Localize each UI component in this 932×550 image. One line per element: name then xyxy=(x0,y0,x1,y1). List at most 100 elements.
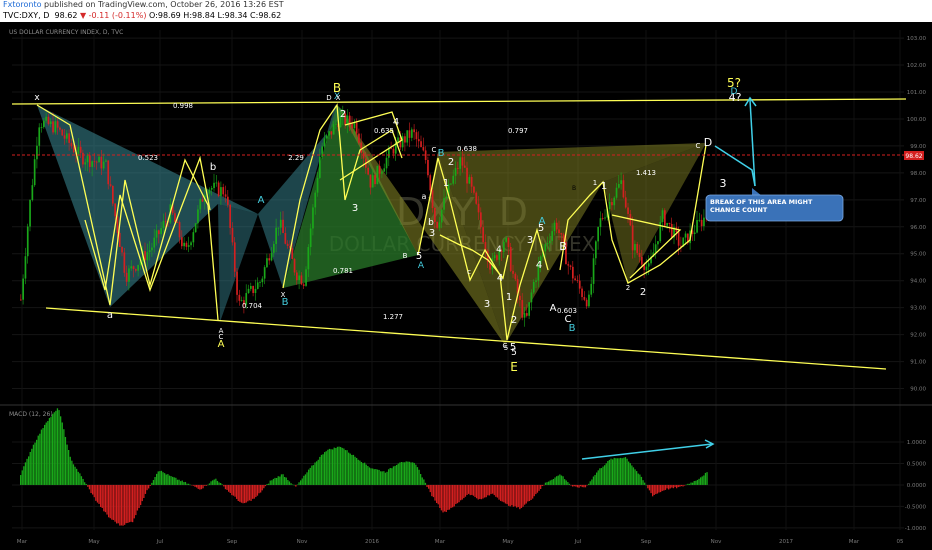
macd-bar xyxy=(552,478,555,485)
candle-body xyxy=(454,167,457,176)
macd-bar xyxy=(586,484,588,486)
macd-bar xyxy=(565,480,567,485)
candle-body xyxy=(436,221,438,228)
candle-body xyxy=(351,123,353,129)
candle-body xyxy=(79,146,82,153)
candle-body xyxy=(535,280,537,282)
macd-bar xyxy=(101,484,103,508)
macd-bar xyxy=(405,461,407,485)
candle-body xyxy=(512,270,514,274)
macd-bar xyxy=(551,479,553,485)
macd-bar xyxy=(384,472,387,485)
macd-bar xyxy=(176,479,179,485)
macd-bar xyxy=(181,480,183,485)
candle-body xyxy=(194,223,197,233)
wave-label: 1 xyxy=(443,178,449,189)
macd-bar xyxy=(29,451,31,485)
macd-bar xyxy=(623,457,625,485)
publisher-name[interactable]: Fxtoronto xyxy=(3,0,41,9)
macd-bar xyxy=(144,484,147,494)
macd-bar xyxy=(695,480,697,485)
macd-bar xyxy=(594,474,596,485)
price-tick-label: 99.00 xyxy=(910,144,926,150)
macd-bar xyxy=(476,484,478,499)
candle-body xyxy=(282,219,284,234)
ratio-label: 0.998 xyxy=(173,102,193,110)
macd-bar xyxy=(381,471,383,485)
wave-label: B xyxy=(572,185,576,192)
macd-bar xyxy=(322,454,324,485)
candle-body xyxy=(604,217,606,219)
macd-bar xyxy=(111,484,113,520)
macd-bar xyxy=(53,412,55,485)
macd-bar xyxy=(680,484,683,487)
macd-bar xyxy=(76,468,78,485)
macd-bar xyxy=(215,478,217,485)
candle-body xyxy=(302,284,305,286)
candle-body xyxy=(38,127,41,146)
candle-body xyxy=(549,240,551,244)
macd-bar xyxy=(596,472,598,485)
candle-body xyxy=(507,237,510,247)
wave-label: X xyxy=(336,94,341,102)
wave-label: D xyxy=(704,136,712,149)
candle-body xyxy=(305,269,307,286)
macd-bar xyxy=(372,468,374,485)
macd-bar xyxy=(605,463,607,485)
candle-body xyxy=(319,156,321,178)
candle-body xyxy=(158,230,160,235)
wave-label: 4 xyxy=(393,117,399,128)
time-axis[interactable]: Mar May Jul Sep Nov 2016 Mar May Jul Sep Nov 2017 Ma… xyxy=(17,539,904,545)
candle-body xyxy=(263,267,266,279)
macd-bar xyxy=(346,450,348,485)
macd-bar xyxy=(104,484,107,513)
candle-body xyxy=(526,313,528,316)
candle-body xyxy=(293,259,296,273)
macd-bar xyxy=(63,429,65,485)
wave-label: 3 xyxy=(352,203,358,214)
macd-bar xyxy=(304,474,307,485)
macd-bar xyxy=(636,471,638,485)
candle-body xyxy=(86,155,89,163)
macd-bar xyxy=(332,449,334,485)
macd-bar xyxy=(460,484,462,501)
macd-bar xyxy=(508,484,510,506)
macd-bar xyxy=(532,484,534,499)
macd-bar xyxy=(296,484,299,486)
candle-body xyxy=(530,292,533,303)
macd-divergence-line xyxy=(581,443,713,460)
macd-bar xyxy=(348,452,350,485)
macd-bar xyxy=(420,474,422,485)
chart-canvas[interactable]: US DOLLAR CURRENCY INDEX, D, TVC DXY, D … xyxy=(0,22,932,550)
macd-bar xyxy=(557,475,559,485)
macd-bar xyxy=(77,471,79,485)
candle-body xyxy=(89,155,91,167)
candle-body xyxy=(229,204,231,228)
candle-body xyxy=(385,157,388,169)
macd-bar xyxy=(668,484,670,490)
candle-body xyxy=(620,180,622,184)
candle-body xyxy=(429,175,432,191)
macd-bar xyxy=(148,484,150,489)
macd-bar xyxy=(642,480,644,485)
candle-body xyxy=(259,282,261,283)
candle-body xyxy=(215,182,218,184)
macd-bar xyxy=(436,484,438,504)
macd-bar xyxy=(404,462,406,485)
macd-bar xyxy=(48,418,51,485)
candle-body xyxy=(36,145,38,160)
macd-bar xyxy=(231,484,233,496)
candle-body xyxy=(174,213,176,222)
macd-bar xyxy=(407,461,409,485)
candle-body xyxy=(325,135,328,139)
candle-body xyxy=(473,186,475,193)
price-axis[interactable]: 103.00 102.00 101.00 100.00 99.00 98.00 97.00 9… xyxy=(905,36,927,532)
macd-bar xyxy=(554,477,556,485)
wave-label: 3 xyxy=(429,228,435,239)
wave-label: 2 xyxy=(511,315,517,326)
macd-bar xyxy=(224,484,227,490)
candle-body xyxy=(128,268,130,282)
ratio-label: 0.704 xyxy=(242,302,263,310)
macd-bar xyxy=(452,484,454,508)
candle-body xyxy=(392,148,395,154)
